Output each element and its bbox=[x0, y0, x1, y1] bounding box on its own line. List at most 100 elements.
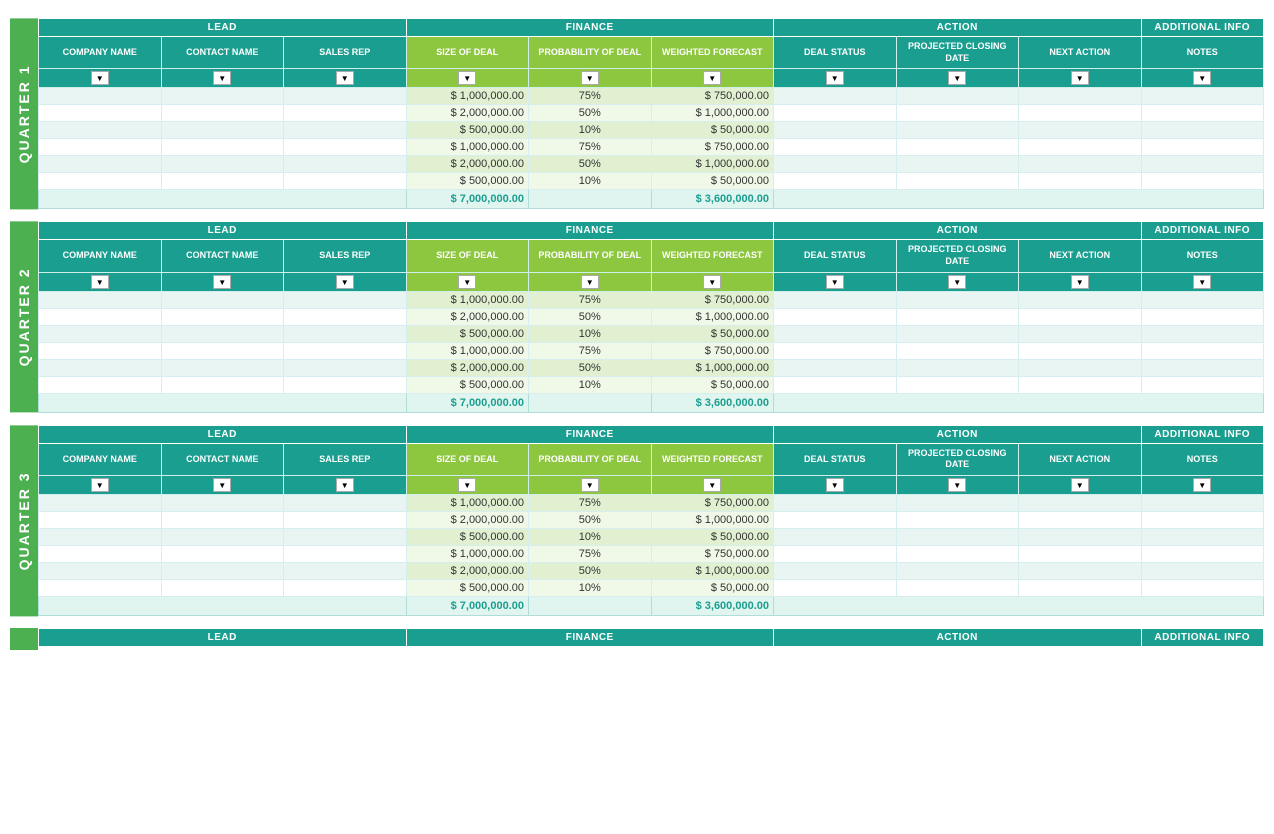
table-cell[interactable] bbox=[39, 376, 162, 393]
filter-button-probability-of-deal[interactable]: ▼ bbox=[581, 71, 599, 85]
table-cell[interactable] bbox=[774, 122, 897, 139]
filter-button-contact-name[interactable]: ▼ bbox=[213, 478, 231, 492]
table-cell[interactable] bbox=[1141, 529, 1264, 546]
table-cell[interactable] bbox=[896, 359, 1019, 376]
table-cell[interactable] bbox=[1141, 376, 1264, 393]
table-cell[interactable] bbox=[896, 139, 1019, 156]
filter-button-notes[interactable]: ▼ bbox=[1193, 275, 1211, 289]
table-cell[interactable]: $ 750,000.00 bbox=[651, 88, 774, 105]
table-cell[interactable]: 10% bbox=[529, 173, 652, 190]
table-cell[interactable] bbox=[1141, 325, 1264, 342]
table-cell[interactable]: $ 500,000.00 bbox=[406, 122, 529, 139]
table-cell[interactable] bbox=[39, 546, 162, 563]
table-cell[interactable]: $ 50,000.00 bbox=[651, 173, 774, 190]
table-cell[interactable] bbox=[1019, 376, 1142, 393]
table-cell[interactable] bbox=[774, 88, 897, 105]
table-cell[interactable]: 50% bbox=[529, 105, 652, 122]
table-cell[interactable]: $ 1,000,000.00 bbox=[406, 546, 529, 563]
filter-button-projected-closing-date[interactable]: ▼ bbox=[948, 478, 966, 492]
filter-button-weighted-forecast[interactable]: ▼ bbox=[703, 478, 721, 492]
table-cell[interactable]: $ 750,000.00 bbox=[651, 139, 774, 156]
table-cell[interactable] bbox=[284, 529, 407, 546]
table-cell[interactable] bbox=[161, 546, 284, 563]
table-cell[interactable] bbox=[284, 156, 407, 173]
table-cell[interactable] bbox=[774, 105, 897, 122]
filter-button-weighted-forecast[interactable]: ▼ bbox=[703, 275, 721, 289]
table-cell[interactable]: $ 50,000.00 bbox=[651, 529, 774, 546]
table-cell[interactable] bbox=[774, 512, 897, 529]
table-cell[interactable] bbox=[161, 495, 284, 512]
table-cell[interactable]: 10% bbox=[529, 376, 652, 393]
table-cell[interactable] bbox=[1019, 88, 1142, 105]
filter-row[interactable]: ▼▼▼▼▼▼▼▼▼▼ bbox=[39, 476, 1264, 495]
table-cell[interactable]: $ 1,000,000.00 bbox=[406, 88, 529, 105]
table-cell[interactable]: $ 2,000,000.00 bbox=[406, 512, 529, 529]
table-cell[interactable] bbox=[1019, 512, 1142, 529]
filter-button-next-action[interactable]: ▼ bbox=[1071, 71, 1089, 85]
table-cell[interactable] bbox=[1141, 495, 1264, 512]
table-cell[interactable] bbox=[284, 580, 407, 597]
table-cell[interactable] bbox=[39, 495, 162, 512]
table-cell[interactable] bbox=[284, 546, 407, 563]
table-cell[interactable] bbox=[1019, 580, 1142, 597]
table-cell[interactable]: $ 2,000,000.00 bbox=[406, 105, 529, 122]
table-cell[interactable] bbox=[161, 122, 284, 139]
table-cell[interactable] bbox=[284, 308, 407, 325]
table-cell[interactable] bbox=[161, 325, 284, 342]
table-cell[interactable] bbox=[896, 156, 1019, 173]
table-cell[interactable]: $ 750,000.00 bbox=[651, 546, 774, 563]
table-cell[interactable] bbox=[1141, 546, 1264, 563]
filter-button-next-action[interactable]: ▼ bbox=[1071, 478, 1089, 492]
table-cell[interactable] bbox=[161, 529, 284, 546]
table-cell[interactable]: $ 2,000,000.00 bbox=[406, 156, 529, 173]
filter-row[interactable]: ▼▼▼▼▼▼▼▼▼▼ bbox=[39, 69, 1264, 88]
table-cell[interactable] bbox=[774, 325, 897, 342]
table-cell[interactable] bbox=[1019, 156, 1142, 173]
filter-button-deal-status[interactable]: ▼ bbox=[826, 71, 844, 85]
table-cell[interactable]: $ 1,000,000.00 bbox=[406, 139, 529, 156]
table-cell[interactable] bbox=[161, 88, 284, 105]
table-cell[interactable]: 10% bbox=[529, 580, 652, 597]
table-cell[interactable] bbox=[896, 529, 1019, 546]
table-cell[interactable]: $ 1,000,000.00 bbox=[651, 156, 774, 173]
filter-button-probability-of-deal[interactable]: ▼ bbox=[581, 478, 599, 492]
table-cell[interactable]: $ 1,000,000.00 bbox=[651, 308, 774, 325]
table-cell[interactable]: $ 1,000,000.00 bbox=[651, 512, 774, 529]
table-cell[interactable] bbox=[896, 88, 1019, 105]
table-cell[interactable] bbox=[896, 325, 1019, 342]
table-cell[interactable] bbox=[39, 359, 162, 376]
table-cell[interactable] bbox=[896, 122, 1019, 139]
table-cell[interactable] bbox=[1019, 342, 1142, 359]
table-cell[interactable]: 10% bbox=[529, 325, 652, 342]
table-cell[interactable] bbox=[774, 308, 897, 325]
table-cell[interactable] bbox=[774, 342, 897, 359]
table-cell[interactable] bbox=[1141, 359, 1264, 376]
table-cell[interactable] bbox=[284, 88, 407, 105]
table-cell[interactable] bbox=[774, 359, 897, 376]
table-cell[interactable]: $ 50,000.00 bbox=[651, 122, 774, 139]
table-cell[interactable] bbox=[39, 512, 162, 529]
table-cell[interactable]: $ 2,000,000.00 bbox=[406, 359, 529, 376]
table-cell[interactable] bbox=[774, 173, 897, 190]
table-cell[interactable] bbox=[774, 156, 897, 173]
table-cell[interactable] bbox=[774, 580, 897, 597]
table-cell[interactable] bbox=[284, 105, 407, 122]
table-cell[interactable] bbox=[1019, 495, 1142, 512]
table-cell[interactable] bbox=[161, 563, 284, 580]
table-cell[interactable] bbox=[161, 173, 284, 190]
table-cell[interactable]: 75% bbox=[529, 291, 652, 308]
table-cell[interactable] bbox=[774, 291, 897, 308]
table-cell[interactable] bbox=[1019, 529, 1142, 546]
filter-button-next-action[interactable]: ▼ bbox=[1071, 275, 1089, 289]
filter-button-deal-status[interactable]: ▼ bbox=[826, 275, 844, 289]
table-cell[interactable] bbox=[1141, 173, 1264, 190]
table-cell[interactable]: $ 50,000.00 bbox=[651, 325, 774, 342]
table-cell[interactable] bbox=[1141, 156, 1264, 173]
table-cell[interactable] bbox=[39, 308, 162, 325]
table-cell[interactable]: 75% bbox=[529, 546, 652, 563]
table-cell[interactable] bbox=[39, 156, 162, 173]
table-cell[interactable]: $ 1,000,000.00 bbox=[651, 359, 774, 376]
table-cell[interactable] bbox=[284, 325, 407, 342]
table-cell[interactable] bbox=[284, 512, 407, 529]
filter-button-projected-closing-date[interactable]: ▼ bbox=[948, 71, 966, 85]
